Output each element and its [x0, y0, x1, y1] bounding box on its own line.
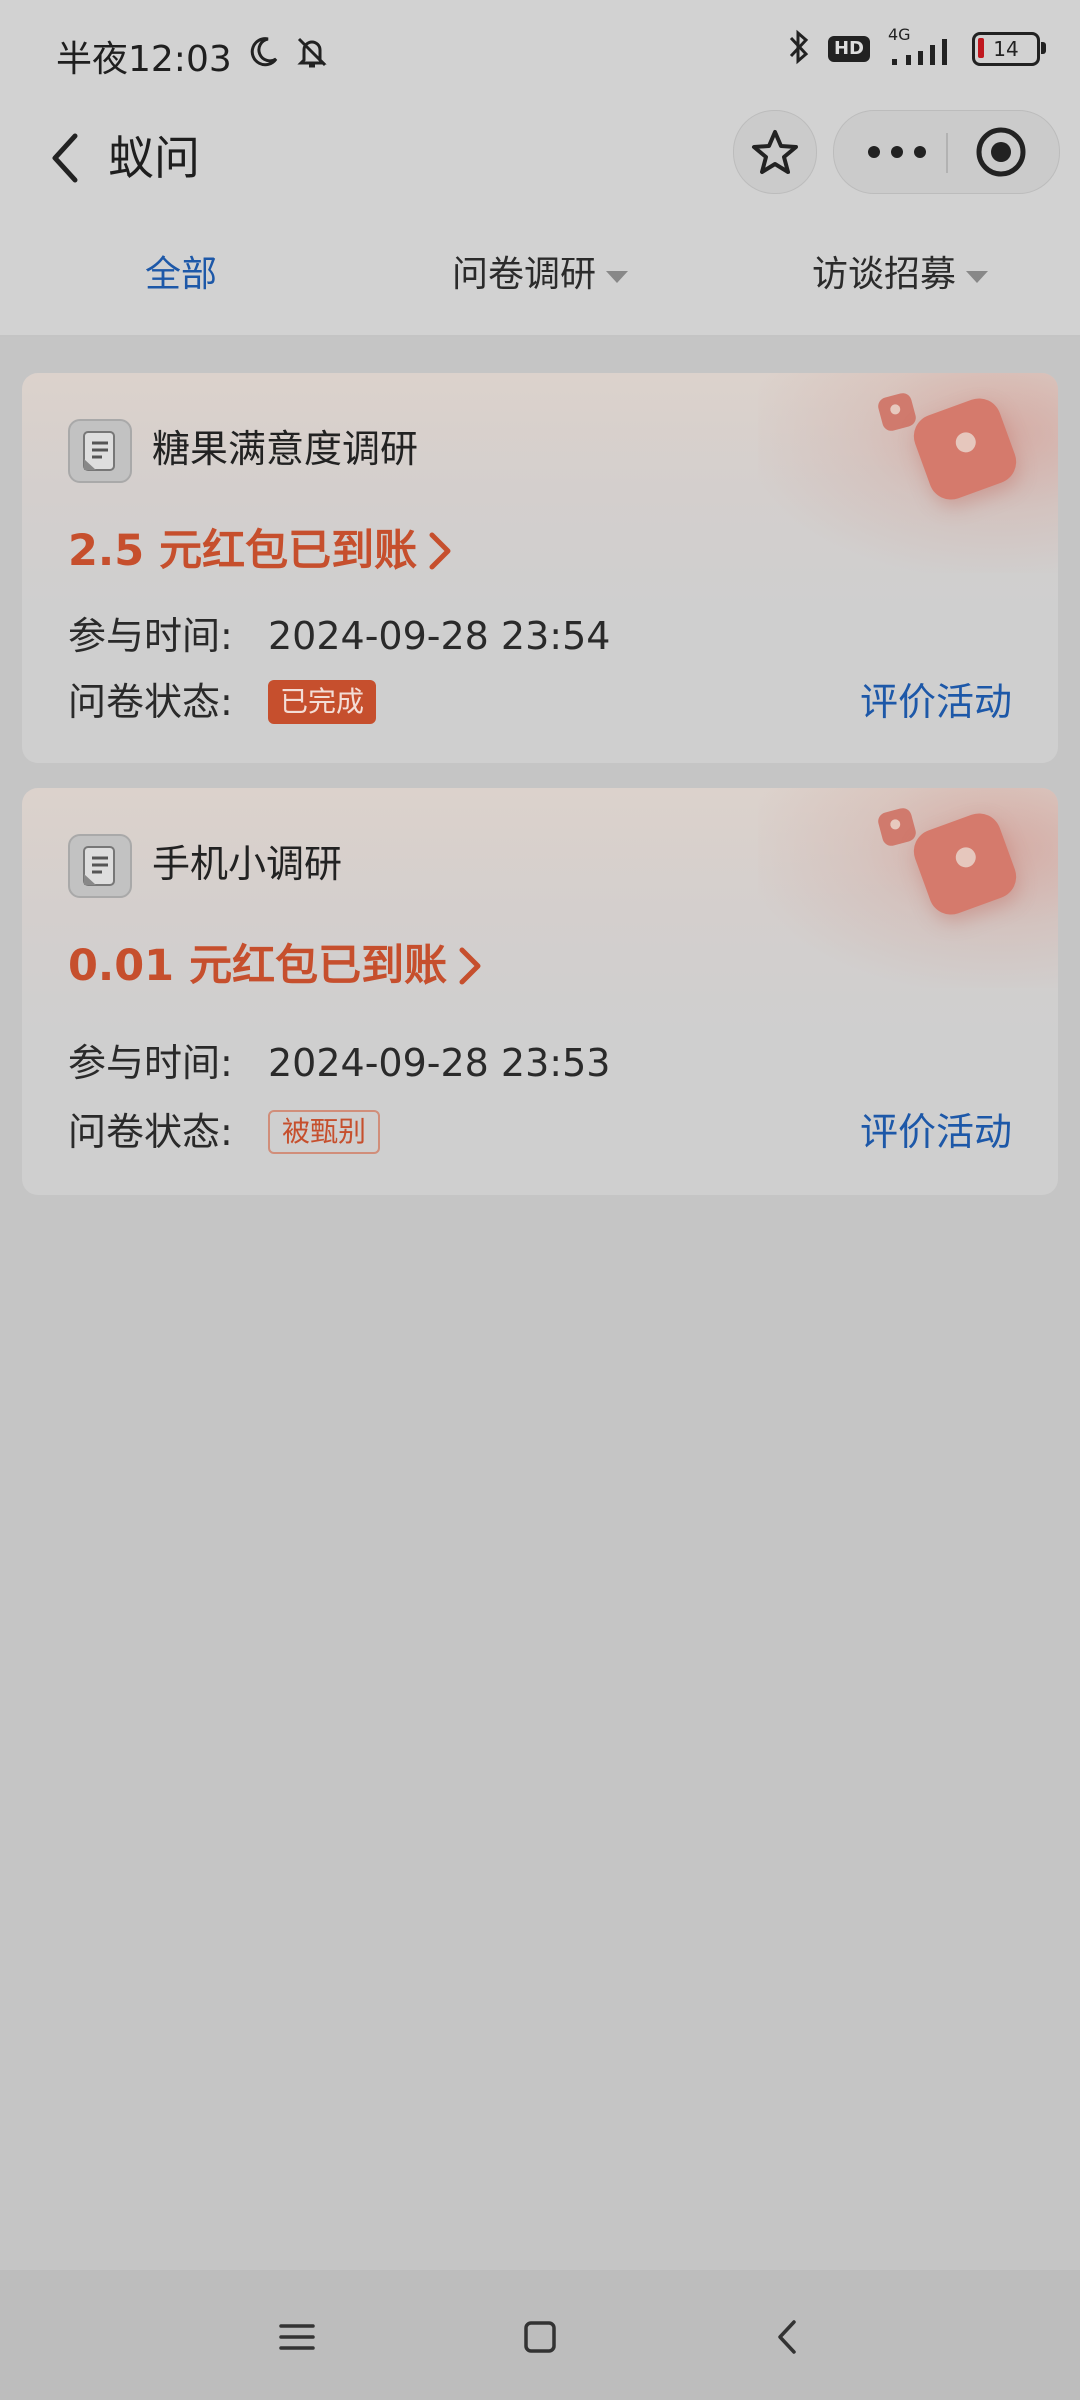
back-button[interactable]	[30, 118, 100, 198]
capsule-divider	[946, 133, 948, 173]
status-badge: 已完成	[268, 680, 377, 724]
more-dots-icon	[868, 146, 926, 158]
system-back-button[interactable]	[760, 2310, 814, 2364]
home-button[interactable]	[513, 2310, 567, 2364]
participation-time-row: 参与时间: 2024-09-28 23:54	[68, 609, 610, 663]
dropdown-caret-icon	[966, 271, 989, 283]
battery-level: 14	[993, 37, 1019, 61]
status-row: 问卷状态: 已完成	[68, 675, 377, 729]
reward-text: 0.01 元红包已到账	[68, 941, 448, 991]
star-icon	[752, 130, 798, 174]
reward-link[interactable]: 0.01 元红包已到账	[68, 936, 483, 996]
survey-list: 糖果满意度调研 2.5 元红包已到账 参与时间: 2024-09-28 23:5…	[0, 337, 1080, 2270]
favorite-button[interactable]	[733, 110, 817, 194]
rate-activity-button[interactable]: 评价活动	[860, 1105, 1012, 1159]
reward-text: 2.5 元红包已到账	[68, 526, 418, 576]
page-title: 蚁问	[108, 131, 200, 185]
tab-interview[interactable]: 访谈招募	[812, 235, 989, 315]
survey-doc-icon	[68, 834, 132, 898]
reward-link[interactable]: 2.5 元红包已到账	[68, 521, 453, 581]
tab-survey-label: 问卷调研	[452, 254, 597, 295]
survey-card[interactable]: 手机小调研 0.01 元红包已到账 参与时间: 2024-09-28 23:53…	[22, 788, 1058, 1195]
hd-badge: HD	[827, 36, 870, 62]
chevron-left-icon	[778, 2320, 796, 2354]
signal-icon: 4G	[886, 25, 956, 69]
bell-off-icon	[294, 34, 330, 79]
chevron-left-icon	[52, 133, 78, 183]
chevron-right-icon	[459, 947, 481, 985]
tab-interview-label: 访谈招募	[812, 254, 957, 295]
system-nav-bar	[0, 2270, 1080, 2400]
survey-card[interactable]: 糖果满意度调研 2.5 元红包已到账 参与时间: 2024-09-28 23:5…	[22, 373, 1058, 763]
tab-all-label: 全部	[145, 254, 218, 295]
time-label: 参与时间:	[68, 614, 233, 658]
title-bar: 蚁问	[0, 110, 1080, 235]
status-time: 半夜12:03	[56, 39, 232, 80]
survey-title: 糖果满意度调研	[152, 427, 419, 471]
status-row: 问卷状态: 被甄别	[68, 1105, 381, 1159]
survey-doc-icon	[68, 419, 132, 483]
chevron-right-icon	[429, 532, 451, 570]
battery-icon: 14	[972, 32, 1046, 66]
target-close-icon	[976, 127, 1026, 177]
more-button[interactable]	[862, 129, 932, 175]
mini-program-capsule	[833, 110, 1060, 194]
dropdown-caret-icon	[606, 271, 629, 283]
time-value: 2024-09-28 23:54	[268, 614, 611, 658]
close-mini-program-button[interactable]	[974, 125, 1028, 179]
tab-all[interactable]: 全部	[145, 235, 217, 315]
bluetooth-icon	[786, 28, 812, 70]
moon-icon	[246, 35, 280, 78]
status-left: 半夜12:03	[56, 30, 330, 82]
status-label: 问卷状态:	[68, 1110, 233, 1154]
filter-tabs: 全部 问卷调研 访谈招募	[0, 235, 1080, 337]
status-right: HD 4G 14	[786, 25, 1046, 70]
tab-survey[interactable]: 问卷调研	[452, 235, 629, 315]
status-label: 问卷状态:	[68, 680, 233, 724]
rate-activity-button[interactable]: 评价活动	[860, 675, 1012, 729]
home-square-icon	[524, 2321, 556, 2353]
menu-icon	[279, 2324, 315, 2350]
recents-button[interactable]	[270, 2310, 324, 2364]
time-value: 2024-09-28 23:53	[268, 1041, 611, 1085]
survey-title: 手机小调研	[152, 842, 343, 886]
time-label: 参与时间:	[68, 1041, 233, 1085]
status-badge: 被甄别	[268, 1110, 381, 1154]
participation-time-row: 参与时间: 2024-09-28 23:53	[68, 1036, 610, 1090]
status-bar: 半夜12:03 HD 4G 14	[0, 0, 1080, 110]
